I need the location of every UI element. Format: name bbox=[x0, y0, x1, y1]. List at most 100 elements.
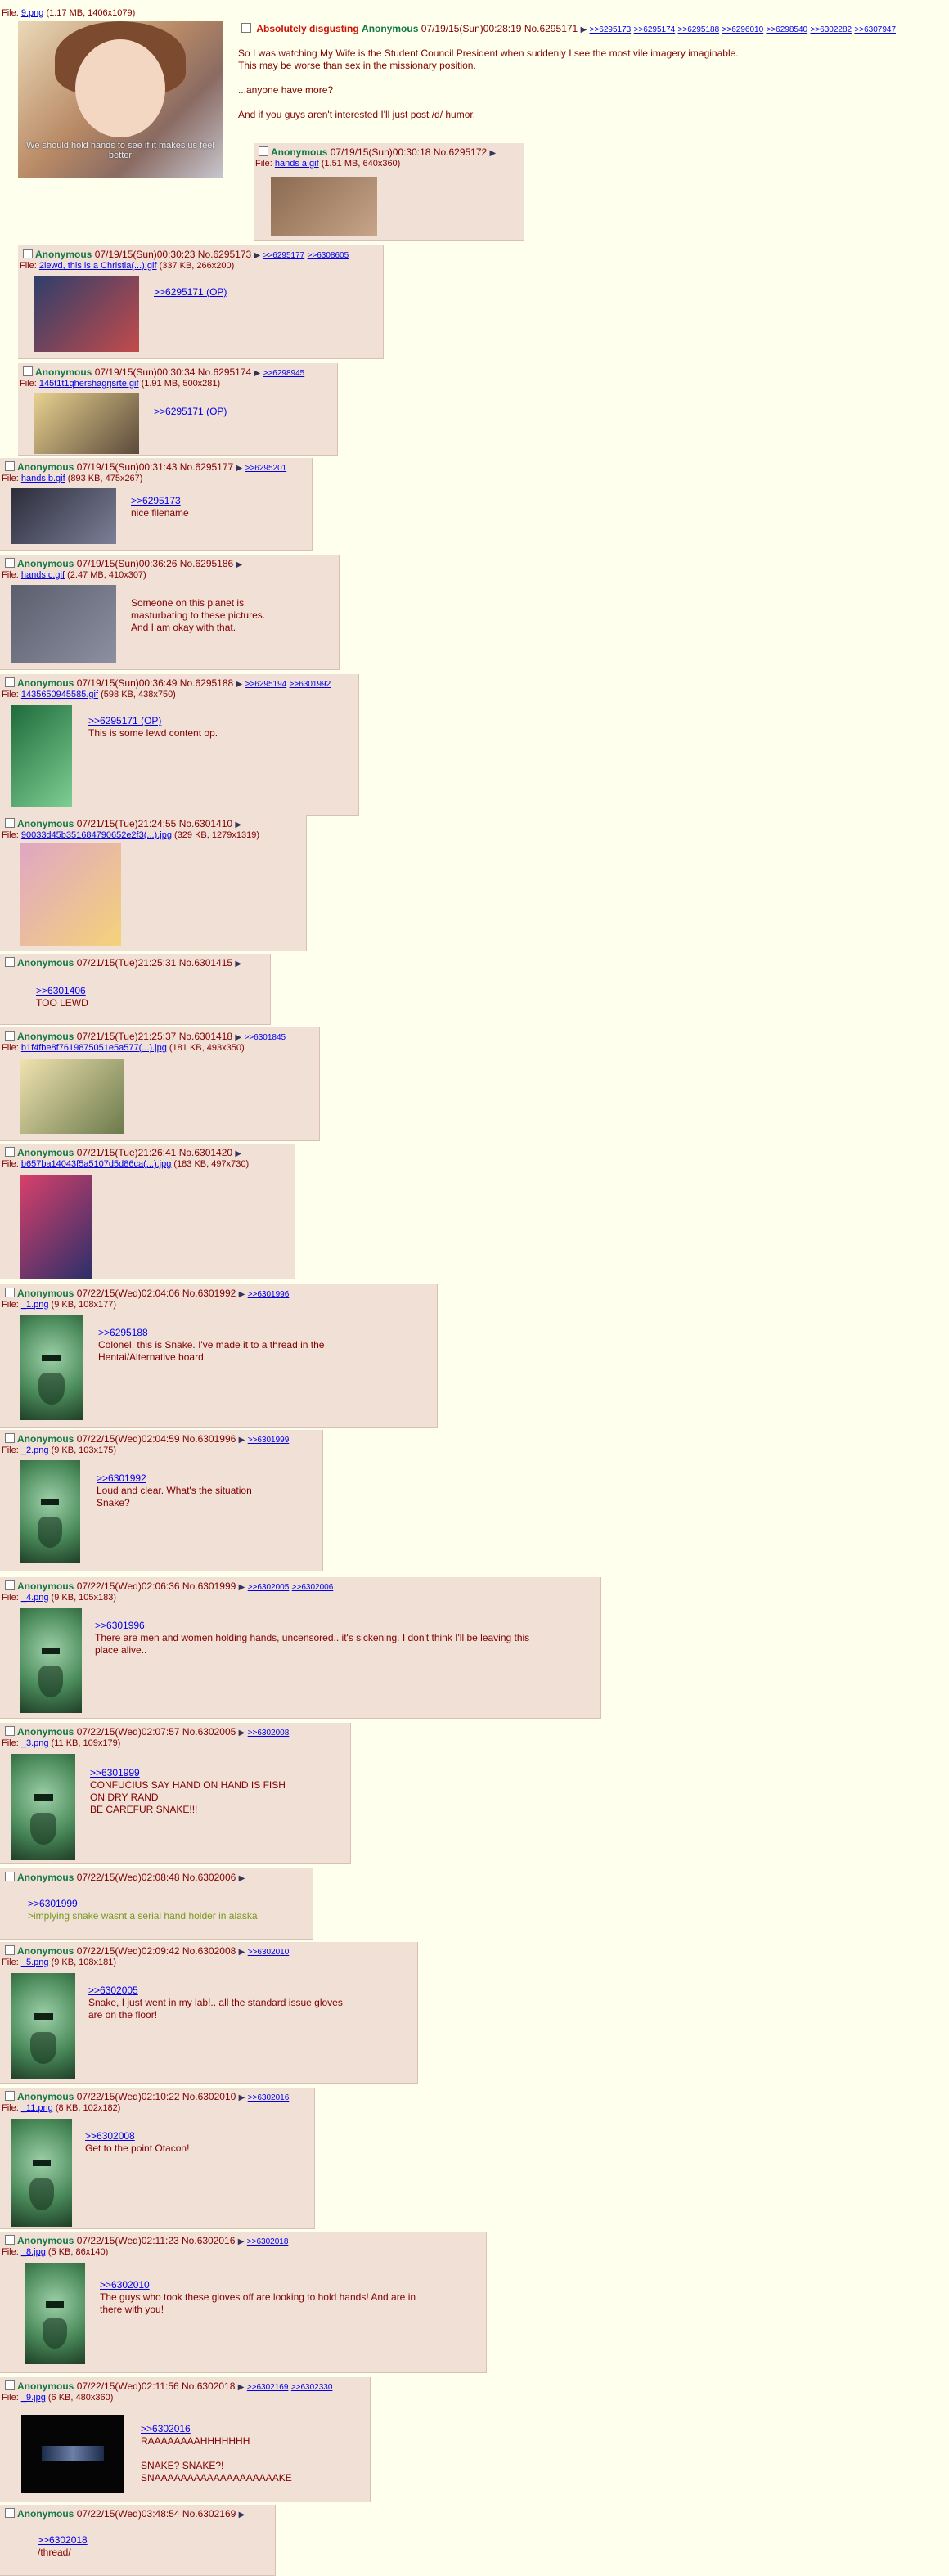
file-link[interactable]: b657ba14043f5a5107d5d86ca(...).jpg bbox=[21, 1159, 172, 1169]
post-checkbox[interactable] bbox=[5, 677, 15, 687]
post-number[interactable]: No.6295177 bbox=[180, 461, 233, 473]
post-checkbox[interactable] bbox=[5, 1288, 15, 1297]
post-number[interactable]: No.6302006 bbox=[182, 1872, 236, 1883]
file-link[interactable]: _2.png bbox=[21, 1445, 49, 1455]
quote-link[interactable]: >>6301999 bbox=[90, 1767, 140, 1778]
post-checkbox[interactable] bbox=[5, 818, 15, 828]
backlink[interactable]: >>6307947 bbox=[854, 25, 896, 34]
quote-link[interactable]: >>6302016 bbox=[141, 2423, 191, 2434]
post-number[interactable]: No.6302010 bbox=[182, 2091, 236, 2102]
quote-link[interactable]: >>6302010 bbox=[100, 2279, 150, 2291]
backlink[interactable]: >>6302330 bbox=[291, 2383, 333, 2392]
post-number[interactable]: No.6295173 bbox=[198, 249, 251, 260]
file-link[interactable]: hands c.gif bbox=[21, 570, 65, 580]
post-checkbox[interactable] bbox=[5, 957, 15, 967]
quote-link[interactable]: >>6295171 (OP) bbox=[88, 715, 161, 726]
file-link[interactable]: 145t1t1qhershagrjsrte.gif bbox=[39, 379, 139, 389]
backlink[interactable]: >>6295173 bbox=[590, 25, 632, 34]
file-link[interactable]: b1f4fbe8f7619875051e5a577(...).jpg bbox=[21, 1043, 167, 1053]
file-link[interactable]: _8.jpg bbox=[21, 2247, 46, 2257]
backlink[interactable]: >>6302282 bbox=[810, 25, 852, 34]
backlink[interactable]: >>6302008 bbox=[248, 1729, 290, 1738]
post-number[interactable]: No.6302018 bbox=[182, 2380, 235, 2392]
file-link[interactable]: 2lewd, this is a Christia(...).gif bbox=[39, 261, 157, 271]
post-checkbox[interactable] bbox=[5, 2235, 15, 2245]
backlink[interactable]: >>6301996 bbox=[248, 1290, 290, 1299]
post-menu-arrow-icon[interactable]: ▶ bbox=[239, 1290, 245, 1299]
post-menu-arrow-icon[interactable]: ▶ bbox=[238, 2237, 245, 2246]
post-menu-arrow-icon[interactable]: ▶ bbox=[235, 1149, 241, 1158]
post-number[interactable]: No.6295188 bbox=[180, 677, 233, 689]
post-menu-arrow-icon[interactable]: ▶ bbox=[235, 1033, 241, 1042]
post-thumbnail[interactable] bbox=[271, 177, 377, 236]
post-thumbnail[interactable] bbox=[20, 1059, 124, 1134]
post-checkbox[interactable] bbox=[5, 2091, 15, 2101]
post-thumbnail[interactable] bbox=[20, 1608, 82, 1713]
quote-link[interactable]: >>6301992 bbox=[97, 1472, 146, 1484]
post-thumbnail[interactable] bbox=[11, 1973, 75, 2079]
backlink[interactable]: >>6295174 bbox=[634, 25, 676, 34]
post-menu-arrow-icon[interactable]: ▶ bbox=[235, 960, 241, 969]
file-link[interactable]: hands a.gif bbox=[275, 159, 319, 169]
post-number[interactable]: No.6302016 bbox=[182, 2235, 235, 2246]
backlink[interactable]: >>6302006 bbox=[292, 1583, 334, 1592]
backlink[interactable]: >>6302016 bbox=[248, 2093, 290, 2102]
quote-link[interactable]: >>6295171 (OP) bbox=[154, 286, 227, 298]
backlink[interactable]: >>6302005 bbox=[248, 1583, 290, 1592]
post-checkbox[interactable] bbox=[5, 1945, 15, 1955]
backlink[interactable]: >>6302169 bbox=[247, 2383, 289, 2392]
post-thumbnail[interactable] bbox=[11, 585, 116, 663]
backlink[interactable]: >>6298945 bbox=[263, 369, 305, 378]
backlink[interactable]: >>6301999 bbox=[248, 1436, 290, 1445]
post-checkbox[interactable] bbox=[5, 2380, 15, 2390]
backlink[interactable]: >>6301992 bbox=[290, 680, 331, 689]
file-link[interactable]: _1.png bbox=[21, 1300, 49, 1310]
quote-link[interactable]: >>6295173 bbox=[131, 495, 181, 506]
file-link[interactable]: 90033d45b351684790652e2f3(...).jpg bbox=[21, 830, 172, 840]
post-menu-arrow-icon[interactable]: ▶ bbox=[239, 1948, 245, 1957]
post-thumbnail[interactable] bbox=[11, 1754, 75, 1860]
post-number[interactable]: No.6301418 bbox=[179, 1031, 232, 1042]
post-thumbnail[interactable] bbox=[20, 1315, 83, 1420]
post-checkbox[interactable] bbox=[5, 558, 15, 568]
post-thumbnail[interactable] bbox=[11, 488, 116, 544]
post-menu-arrow-icon[interactable]: ▶ bbox=[236, 560, 243, 569]
post-thumbnail[interactable] bbox=[20, 1460, 80, 1563]
backlink[interactable]: >>6308605 bbox=[308, 251, 349, 260]
post-number[interactable]: No.6301415 bbox=[179, 957, 232, 969]
post-menu-arrow-icon[interactable]: ▶ bbox=[239, 1583, 245, 1592]
quote-link[interactable]: >>6302005 bbox=[88, 1985, 138, 1996]
post-menu-arrow-icon[interactable]: ▶ bbox=[581, 25, 587, 34]
post-menu-arrow-icon[interactable]: ▶ bbox=[254, 251, 261, 260]
post-menu-arrow-icon[interactable]: ▶ bbox=[239, 1874, 245, 1883]
backlink[interactable]: >>6295177 bbox=[263, 251, 305, 260]
post-checkbox[interactable] bbox=[5, 2508, 15, 2518]
post-menu-arrow-icon[interactable]: ▶ bbox=[239, 1436, 245, 1445]
post-menu-arrow-icon[interactable]: ▶ bbox=[490, 149, 497, 158]
post-menu-arrow-icon[interactable]: ▶ bbox=[239, 1729, 245, 1738]
post-checkbox[interactable] bbox=[23, 366, 33, 376]
post-checkbox[interactable] bbox=[5, 1580, 15, 1590]
post-thumbnail[interactable] bbox=[20, 1175, 92, 1279]
post-menu-arrow-icon[interactable]: ▶ bbox=[236, 680, 243, 689]
file-link[interactable]: _5.png bbox=[21, 1958, 49, 1967]
post-number[interactable]: No.6302005 bbox=[182, 1726, 236, 1738]
quote-link[interactable]: >>6295188 bbox=[98, 1327, 148, 1338]
post-checkbox[interactable] bbox=[259, 146, 268, 156]
post-menu-arrow-icon[interactable]: ▶ bbox=[239, 2093, 245, 2102]
post-menu-arrow-icon[interactable]: ▶ bbox=[238, 2383, 245, 2392]
post-number[interactable]: No.6295171 bbox=[524, 23, 578, 34]
post-menu-arrow-icon[interactable]: ▶ bbox=[239, 2511, 245, 2520]
quote-link[interactable]: >>6301406 bbox=[36, 985, 86, 996]
post-thumbnail[interactable] bbox=[11, 2119, 72, 2227]
post-thumbnail[interactable] bbox=[34, 393, 139, 454]
post-thumbnail[interactable] bbox=[20, 843, 121, 946]
post-number[interactable]: No.6301420 bbox=[179, 1147, 232, 1158]
post-number[interactable]: No.6295186 bbox=[180, 558, 233, 569]
post-menu-arrow-icon[interactable]: ▶ bbox=[254, 369, 261, 378]
post-menu-arrow-icon[interactable]: ▶ bbox=[235, 820, 241, 829]
backlink[interactable]: >>6296010 bbox=[722, 25, 764, 34]
post-number[interactable]: No.6301992 bbox=[182, 1288, 236, 1299]
backlink[interactable]: >>6295194 bbox=[245, 680, 287, 689]
post-checkbox[interactable] bbox=[5, 1031, 15, 1041]
